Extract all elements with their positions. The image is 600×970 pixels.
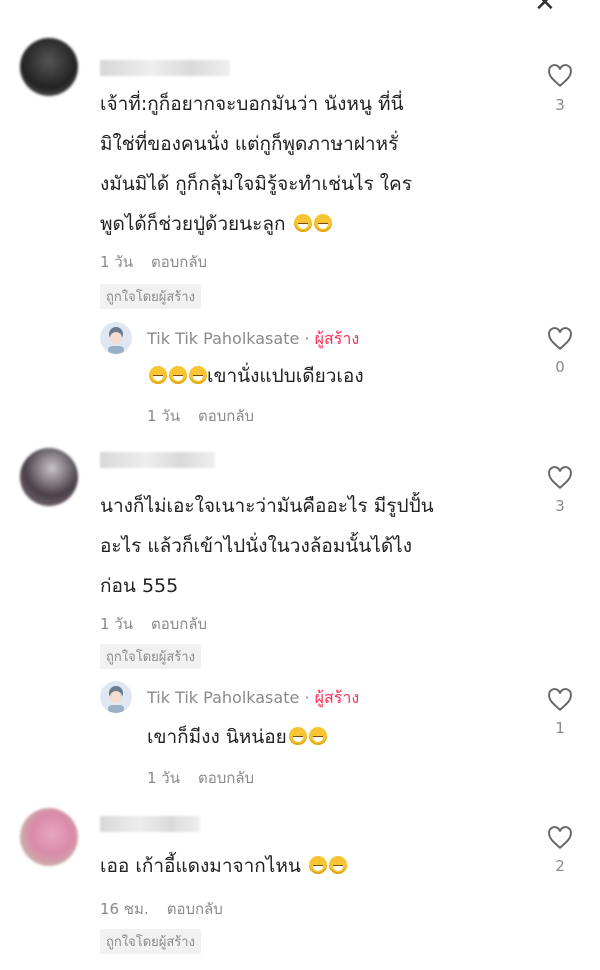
username[interactable] (100, 60, 230, 76)
avatar-image (100, 322, 132, 354)
heart-icon[interactable] (547, 826, 573, 850)
comment-line: มิใช่ที่ของคนนั่ง แต่กูก็พูดภาษาฝาหรั่ (100, 133, 399, 155)
comment-line: เจ้าที่:กูก็อยากจะบอกมันว่า นังหนู ที่นี… (100, 93, 404, 115)
username[interactable] (100, 816, 200, 832)
avatar[interactable] (100, 322, 132, 354)
timestamp: 1 วัน (100, 615, 133, 633)
comment-line: พูดได้ก็ช่วยปู่ด้วยนะลูก (100, 204, 412, 244)
grinning-emoji-icon (288, 727, 307, 745)
author-name[interactable]: Tik Tik Paholkasate (147, 688, 299, 707)
liked-by-creator-badge: ถูกใจโดยผู้สร้าง (100, 284, 201, 309)
creator-badge: ผู้สร้าง (314, 688, 360, 707)
liked-by-creator-badge: ถูกใจโดยผู้สร้าง (100, 644, 201, 669)
reply-text: เขาก็มีงง นิหน่อย (147, 717, 327, 757)
laughing-emoji-icon (293, 214, 312, 232)
grinning-emoji-icon (189, 366, 207, 384)
username[interactable] (100, 452, 215, 468)
comment-line: นางก็ไม่เอะใจเนาะว่ามันคืออะไร มีรูปปั้น (100, 495, 434, 517)
grinning-emoji-icon (149, 366, 167, 384)
like-count: 1 (555, 719, 565, 737)
heart-icon[interactable] (547, 327, 573, 351)
grinning-emoji-icon (308, 727, 327, 745)
comment-line: งมันมิได้ กูก็กลุ้มใจมิรู้จะทำเช่นไร ใคร (100, 173, 412, 195)
reply-button[interactable]: ตอบกลับ (151, 253, 207, 271)
reply-button[interactable]: ตอบกลับ (167, 900, 223, 918)
liked-by-creator-badge: ถูกใจโดยผู้สร้าง (100, 929, 201, 954)
laughing-emoji-icon (313, 214, 332, 232)
reply-meta: 1 วัน ตอบกลับ (147, 404, 272, 428)
timestamp: 1 วัน (147, 407, 180, 425)
reply-author: Tik Tik Paholkasate · ผู้สร้าง (147, 329, 360, 348)
like-count: 0 (555, 358, 565, 376)
grinning-emoji-icon (169, 366, 187, 384)
comment-line: อะไร แล้วก็เข้าไปนั่งในวงล้อมนั้นได้ไง (100, 535, 413, 557)
reply-meta: 1 วัน ตอบกลับ (147, 766, 272, 790)
comment-meta: 16 ชม. ตอบกลับ (100, 897, 241, 921)
comment-meta: 1 วัน ตอบกลับ (100, 612, 225, 636)
timestamp: 1 วัน (147, 769, 180, 787)
like-count: 2 (555, 857, 565, 875)
avatar[interactable] (20, 448, 78, 506)
heart-icon[interactable] (547, 466, 573, 490)
reply-author: Tik Tik Paholkasate · ผู้สร้าง (147, 688, 360, 707)
heart-icon[interactable] (547, 688, 573, 712)
avatar[interactable] (20, 808, 78, 866)
like-count: 3 (555, 96, 565, 114)
avatar-image (100, 681, 132, 713)
comment-text: นางก็ไม่เอะใจเนาะว่ามันคืออะไร มีรูปปั้น… (100, 486, 434, 606)
reply-text: เขานั่งแปบเดียวเอง (147, 356, 364, 396)
reply-button[interactable]: ตอบกลับ (198, 769, 254, 787)
heart-icon[interactable] (547, 64, 573, 88)
close-icon[interactable]: ✕ (534, 0, 556, 16)
avatar[interactable] (100, 681, 132, 713)
creator-badge: ผู้สร้าง (314, 329, 360, 348)
reply-button[interactable]: ตอบกลับ (198, 407, 254, 425)
laughing-emoji-icon (328, 856, 347, 874)
author-name[interactable]: Tik Tik Paholkasate (147, 329, 299, 348)
reply-button[interactable]: ตอบกลับ (151, 615, 207, 633)
timestamp: 1 วัน (100, 253, 133, 271)
laughing-emoji-icon (308, 856, 327, 874)
avatar[interactable] (20, 38, 78, 96)
timestamp: 16 ชม. (100, 900, 149, 918)
comment-meta: 1 วัน ตอบกลับ (100, 250, 225, 274)
comment-text: เจ้าที่:กูก็อยากจะบอกมันว่า นังหนู ที่นี… (100, 84, 412, 244)
comment-line: ก่อน 555 (100, 575, 179, 597)
like-count: 3 (555, 497, 565, 515)
comment-text: เออ เก้าอี้แดงมาจากไหน (100, 846, 347, 886)
